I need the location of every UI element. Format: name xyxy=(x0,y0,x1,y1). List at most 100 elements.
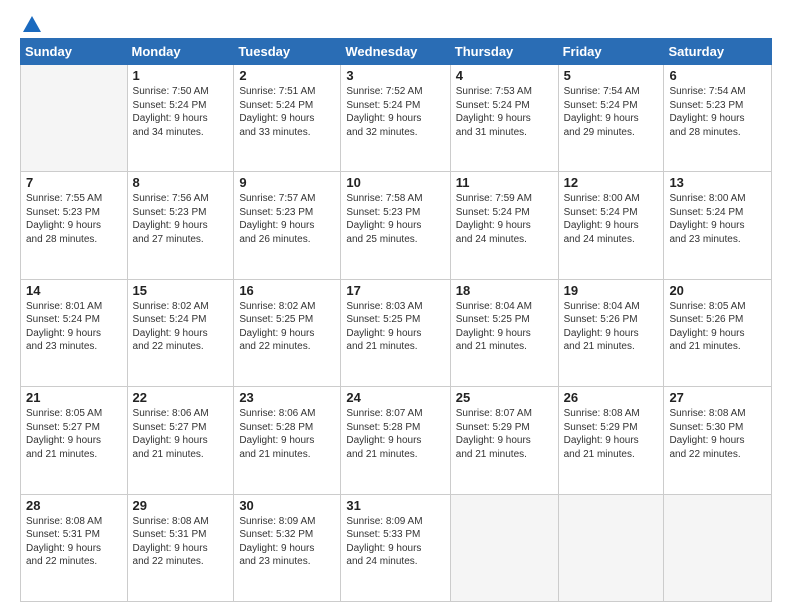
day-number: 11 xyxy=(456,175,553,190)
day-number: 24 xyxy=(346,390,444,405)
calendar-week-row: 14Sunrise: 8:01 AM Sunset: 5:24 PM Dayli… xyxy=(21,279,772,386)
day-number: 6 xyxy=(669,68,766,83)
day-number: 7 xyxy=(26,175,122,190)
header xyxy=(20,18,772,30)
day-number: 22 xyxy=(133,390,229,405)
calendar-cell: 29 Sunrise: 8:08 AM Sunset: 5:31 PM Dayli… xyxy=(127,494,234,601)
day-number: 29 xyxy=(133,498,229,513)
day-number: 27 xyxy=(669,390,766,405)
day-number: 13 xyxy=(669,175,766,190)
day-info: Sunrise: 8:04 AM Sunset: 5:26 PM Dayligh… xyxy=(564,300,659,354)
day-number: 31 xyxy=(346,498,444,513)
day-info: Sunrise: 8:08 AM Sunset: 5:31 PM Dayligh… xyxy=(26,515,122,569)
calendar-cell: 12 Sunrise: 8:00 AM Sunset: 5:24 PM Dayli… xyxy=(558,172,664,279)
day-info: Sunrise: 7:54 AM Sunset: 5:24 PM Dayligh… xyxy=(564,85,659,139)
calendar-cell: 11 Sunrise: 7:59 AM Sunset: 5:24 PM Dayli… xyxy=(450,172,558,279)
day-info: Sunrise: 7:50 AM Sunset: 5:24 PM Dayligh… xyxy=(133,85,229,139)
weekday-header-monday: Monday xyxy=(127,39,234,65)
day-number: 3 xyxy=(346,68,444,83)
day-info: Sunrise: 8:00 AM Sunset: 5:24 PM Dayligh… xyxy=(669,192,766,246)
calendar-cell: 14Sunrise: 8:01 AM Sunset: 5:24 PM Dayli… xyxy=(21,279,128,386)
day-number: 21 xyxy=(26,390,122,405)
day-number: 4 xyxy=(456,68,553,83)
calendar-cell: 18 Sunrise: 8:04 AM Sunset: 5:25 PM Dayli… xyxy=(450,279,558,386)
day-info: Sunrise: 8:07 AM Sunset: 5:28 PM Dayligh… xyxy=(346,407,444,461)
calendar-cell: 30 Sunrise: 8:09 AM Sunset: 5:32 PM Dayli… xyxy=(234,494,341,601)
day-number: 19 xyxy=(564,283,659,298)
calendar-week-row: 7 Sunrise: 7:55 AM Sunset: 5:23 PM Daylig… xyxy=(21,172,772,279)
calendar-cell xyxy=(21,65,128,172)
weekday-header-thursday: Thursday xyxy=(450,39,558,65)
day-info: Sunrise: 7:57 AM Sunset: 5:23 PM Dayligh… xyxy=(239,192,335,246)
weekday-header-friday: Friday xyxy=(558,39,664,65)
calendar-cell: 19 Sunrise: 8:04 AM Sunset: 5:26 PM Dayli… xyxy=(558,279,664,386)
day-info: Sunrise: 7:58 AM Sunset: 5:23 PM Dayligh… xyxy=(346,192,444,246)
day-info: Sunrise: 8:01 AM Sunset: 5:24 PM Dayligh… xyxy=(26,300,122,354)
day-number: 2 xyxy=(239,68,335,83)
day-number: 5 xyxy=(564,68,659,83)
calendar-cell: 16Sunrise: 8:02 AM Sunset: 5:25 PM Dayli… xyxy=(234,279,341,386)
logo-triangle-icon xyxy=(23,16,41,32)
calendar-cell: 13 Sunrise: 8:00 AM Sunset: 5:24 PM Dayli… xyxy=(664,172,772,279)
day-info: Sunrise: 8:09 AM Sunset: 5:33 PM Dayligh… xyxy=(346,515,444,569)
calendar-cell xyxy=(450,494,558,601)
calendar-table: SundayMondayTuesdayWednesdayThursdayFrid… xyxy=(20,38,772,602)
calendar-cell: 23 Sunrise: 8:06 AM Sunset: 5:28 PM Dayli… xyxy=(234,387,341,494)
calendar-cell: 4 Sunrise: 7:53 AM Sunset: 5:24 PM Daylig… xyxy=(450,65,558,172)
calendar-cell: 26 Sunrise: 8:08 AM Sunset: 5:29 PM Dayli… xyxy=(558,387,664,494)
day-number: 18 xyxy=(456,283,553,298)
day-number: 25 xyxy=(456,390,553,405)
day-info: Sunrise: 8:07 AM Sunset: 5:29 PM Dayligh… xyxy=(456,407,553,461)
logo xyxy=(20,18,41,30)
weekday-header-saturday: Saturday xyxy=(664,39,772,65)
day-info: Sunrise: 7:56 AM Sunset: 5:23 PM Dayligh… xyxy=(133,192,229,246)
day-number: 15 xyxy=(133,283,229,298)
day-info: Sunrise: 8:05 AM Sunset: 5:26 PM Dayligh… xyxy=(669,300,766,354)
day-info: Sunrise: 7:55 AM Sunset: 5:23 PM Dayligh… xyxy=(26,192,122,246)
calendar-week-row: 1 Sunrise: 7:50 AM Sunset: 5:24 PM Daylig… xyxy=(21,65,772,172)
day-number: 8 xyxy=(133,175,229,190)
day-info: Sunrise: 7:53 AM Sunset: 5:24 PM Dayligh… xyxy=(456,85,553,139)
calendar-cell: 5 Sunrise: 7:54 AM Sunset: 5:24 PM Daylig… xyxy=(558,65,664,172)
day-info: Sunrise: 8:08 AM Sunset: 5:31 PM Dayligh… xyxy=(133,515,229,569)
day-number: 9 xyxy=(239,175,335,190)
day-number: 17 xyxy=(346,283,444,298)
calendar-cell xyxy=(558,494,664,601)
weekday-header-wednesday: Wednesday xyxy=(341,39,450,65)
day-info: Sunrise: 8:00 AM Sunset: 5:24 PM Dayligh… xyxy=(564,192,659,246)
calendar-cell: 1 Sunrise: 7:50 AM Sunset: 5:24 PM Daylig… xyxy=(127,65,234,172)
day-info: Sunrise: 8:08 AM Sunset: 5:29 PM Dayligh… xyxy=(564,407,659,461)
calendar-cell: 9 Sunrise: 7:57 AM Sunset: 5:23 PM Daylig… xyxy=(234,172,341,279)
day-info: Sunrise: 7:54 AM Sunset: 5:23 PM Dayligh… xyxy=(669,85,766,139)
day-number: 26 xyxy=(564,390,659,405)
day-number: 30 xyxy=(239,498,335,513)
day-number: 12 xyxy=(564,175,659,190)
calendar-cell: 6 Sunrise: 7:54 AM Sunset: 5:23 PM Daylig… xyxy=(664,65,772,172)
calendar-header-row: SundayMondayTuesdayWednesdayThursdayFrid… xyxy=(21,39,772,65)
day-number: 10 xyxy=(346,175,444,190)
day-info: Sunrise: 8:06 AM Sunset: 5:28 PM Dayligh… xyxy=(239,407,335,461)
day-info: Sunrise: 8:04 AM Sunset: 5:25 PM Dayligh… xyxy=(456,300,553,354)
calendar-cell: 24 Sunrise: 8:07 AM Sunset: 5:28 PM Dayli… xyxy=(341,387,450,494)
day-info: Sunrise: 8:09 AM Sunset: 5:32 PM Dayligh… xyxy=(239,515,335,569)
day-number: 28 xyxy=(26,498,122,513)
calendar-week-row: 21 Sunrise: 8:05 AM Sunset: 5:27 PM Dayli… xyxy=(21,387,772,494)
calendar-cell: 27Sunrise: 8:08 AM Sunset: 5:30 PM Dayli… xyxy=(664,387,772,494)
day-info: Sunrise: 8:02 AM Sunset: 5:24 PM Dayligh… xyxy=(133,300,229,354)
day-info: Sunrise: 7:59 AM Sunset: 5:24 PM Dayligh… xyxy=(456,192,553,246)
day-number: 23 xyxy=(239,390,335,405)
calendar-cell: 7 Sunrise: 7:55 AM Sunset: 5:23 PM Daylig… xyxy=(21,172,128,279)
weekday-header-tuesday: Tuesday xyxy=(234,39,341,65)
day-number: 16 xyxy=(239,283,335,298)
calendar-cell: 8 Sunrise: 7:56 AM Sunset: 5:23 PM Daylig… xyxy=(127,172,234,279)
day-number: 1 xyxy=(133,68,229,83)
calendar-cell: 31 Sunrise: 8:09 AM Sunset: 5:33 PM Dayli… xyxy=(341,494,450,601)
calendar-cell: 10 Sunrise: 7:58 AM Sunset: 5:23 PM Dayli… xyxy=(341,172,450,279)
day-info: Sunrise: 8:06 AM Sunset: 5:27 PM Dayligh… xyxy=(133,407,229,461)
weekday-header-sunday: Sunday xyxy=(21,39,128,65)
calendar-cell: 17Sunrise: 8:03 AM Sunset: 5:25 PM Dayli… xyxy=(341,279,450,386)
calendar-cell: 20Sunrise: 8:05 AM Sunset: 5:26 PM Dayli… xyxy=(664,279,772,386)
page: SundayMondayTuesdayWednesdayThursdayFrid… xyxy=(0,0,792,612)
day-info: Sunrise: 8:05 AM Sunset: 5:27 PM Dayligh… xyxy=(26,407,122,461)
calendar-cell: 28 Sunrise: 8:08 AM Sunset: 5:31 PM Dayli… xyxy=(21,494,128,601)
